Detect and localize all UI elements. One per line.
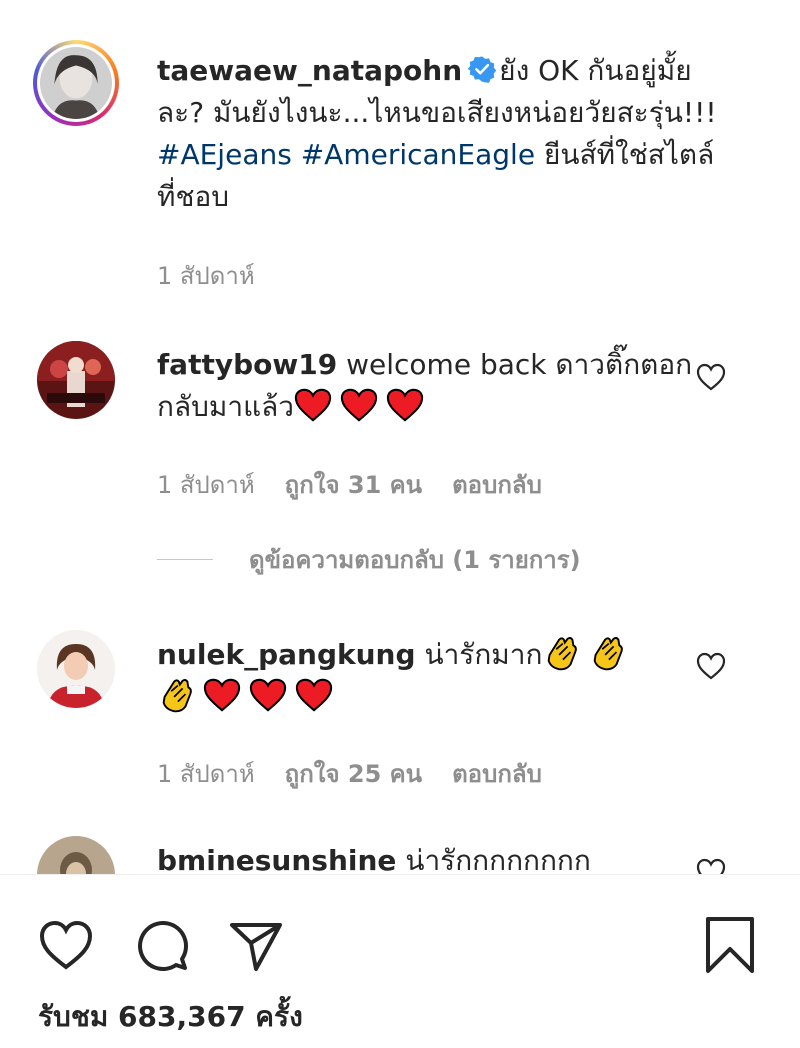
post-caption: taewaew_natapohn ยัง OK กันอยู่มั้ยละ? มั… <box>157 50 717 218</box>
like-heart-icon[interactable] <box>36 915 96 975</box>
red-heart-emoji-icon <box>386 388 424 422</box>
comment-1-meta: 1 สัปดาห์ ถูกใจ 31 คน ตอบกลับ <box>157 465 542 504</box>
comment-1-text: fattybow19 welcome back ดาวติ๊กตอกกลับมา… <box>157 344 717 428</box>
post-author-username[interactable]: taewaew_natapohn <box>157 54 462 87</box>
comment-1-likes[interactable]: ถูกใจ 31 คน <box>285 465 422 504</box>
comment-3-text: bminesunshine น่ารักกกกกกกก <box>157 840 717 874</box>
comment-3-username[interactable]: bminesunshine <box>157 844 396 874</box>
clapping-hands-emoji-icon <box>594 637 624 671</box>
like-comment-heart-icon[interactable] <box>696 652 726 680</box>
view-replies-divider <box>157 559 213 560</box>
comment-2-text: nulek_pangkung น่ารักมาก <box>157 634 717 718</box>
save-bookmark-icon[interactable] <box>700 915 760 975</box>
hashtag-aejeans[interactable]: #AEjeans <box>157 138 292 171</box>
red-heart-emoji-icon <box>249 678 287 712</box>
commenter-avatar[interactable] <box>37 341 115 419</box>
post-time[interactable]: 1 สัปดาห์ <box>157 256 255 295</box>
author-avatar-story-ring[interactable] <box>33 40 119 126</box>
comment-2-likes[interactable]: ถูกใจ 25 คน <box>285 754 422 793</box>
red-heart-emoji-icon <box>203 678 241 712</box>
post-meta: 1 สัปดาห์ <box>157 256 255 295</box>
clapping-hands-emoji-icon <box>162 679 192 713</box>
view-count: รับชม 683,367 ครั้ง <box>38 1000 303 1033</box>
view-replies-button[interactable]: ดูข้อความตอบกลับ (1 รายการ) <box>157 540 581 579</box>
red-heart-emoji-icon <box>340 388 378 422</box>
post-action-bar: รับชม 683,367 ครั้ง <box>0 874 800 1048</box>
red-heart-emoji-icon <box>295 678 333 712</box>
hashtag-americaneagle[interactable]: #AmericanEagle <box>301 138 535 171</box>
share-paper-plane-icon[interactable] <box>226 915 286 975</box>
comment-3-body: น่ารักกกกกกกก <box>405 844 591 874</box>
commenter-avatar[interactable] <box>37 836 115 874</box>
verified-badge-icon <box>468 56 497 83</box>
comment-2-reply-button[interactable]: ตอบกลับ <box>452 754 542 793</box>
comment-1-time[interactable]: 1 สัปดาห์ <box>157 465 255 504</box>
comment-bubble-icon[interactable] <box>132 915 192 975</box>
like-comment-heart-icon[interactable] <box>696 858 726 874</box>
author-avatar[interactable] <box>40 47 112 119</box>
commenter-avatar[interactable] <box>37 630 115 708</box>
like-comment-heart-icon[interactable] <box>696 363 726 391</box>
comments-list[interactable]: taewaew_natapohn ยัง OK กันอยู่มั้ยละ? มั… <box>0 0 800 874</box>
clapping-hands-emoji-icon <box>548 637 578 671</box>
comment-2-username[interactable]: nulek_pangkung <box>157 638 416 671</box>
comment-2-body: น่ารักมาก <box>424 638 543 671</box>
comment-1-username[interactable]: fattybow19 <box>157 348 337 381</box>
view-replies-label: ดูข้อความตอบกลับ (1 รายการ) <box>249 546 581 574</box>
red-heart-emoji-icon <box>294 388 332 422</box>
comment-2-meta: 1 สัปดาห์ ถูกใจ 25 คน ตอบกลับ <box>157 754 542 793</box>
comment-2-time[interactable]: 1 สัปดาห์ <box>157 754 255 793</box>
comment-1-reply-button[interactable]: ตอบกลับ <box>452 465 542 504</box>
